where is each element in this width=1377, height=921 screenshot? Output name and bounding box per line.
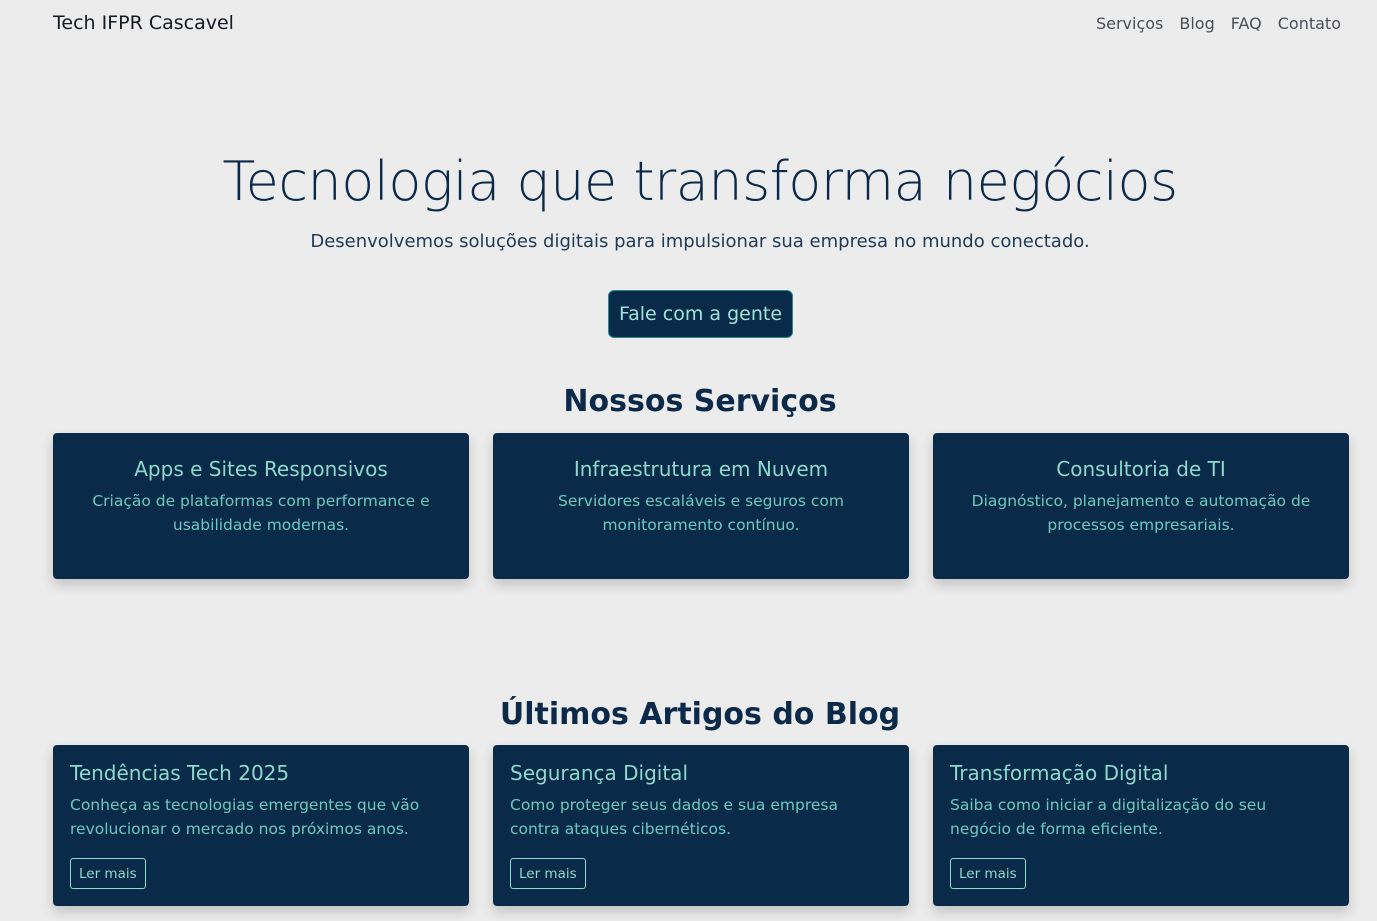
service-card-description: Diagnóstico, planejamento e automação de… xyxy=(971,492,1311,534)
contact-cta-button[interactable]: Fale com a gente xyxy=(608,290,793,338)
read-more-button[interactable]: Ler mais xyxy=(950,858,1026,889)
nav-links: Serviços Blog FAQ Contato xyxy=(1096,14,1341,33)
blog-card: Tendências Tech 2025 Conheça as tecnolog… xyxy=(53,745,469,906)
blog-card-excerpt: Como proteger seus dados e sua empresa c… xyxy=(510,796,838,838)
nav-link-faq[interactable]: FAQ xyxy=(1231,14,1262,33)
service-card-description: Servidores escaláveis e seguros com moni… xyxy=(558,492,844,534)
top-navbar: Tech IFPR Cascavel Serviços Blog FAQ Con… xyxy=(0,0,1377,50)
hero-subtitle: Desenvolvemos soluções digitais para imp… xyxy=(310,231,1090,252)
service-card-title: Consultoria de TI xyxy=(1056,457,1226,481)
service-card-title: Apps e Sites Responsivos xyxy=(134,457,388,481)
service-card: Apps e Sites Responsivos Criação de plat… xyxy=(53,433,469,579)
services-heading: Nossos Serviços xyxy=(563,384,837,419)
blog-card-title: Transformação Digital xyxy=(950,761,1169,785)
read-more-button[interactable]: Ler mais xyxy=(510,858,586,889)
service-card-description: Criação de plataformas com performance e… xyxy=(92,492,430,534)
blog-card: Segurança Digital Como proteger seus dad… xyxy=(493,745,909,906)
blog-card-title: Tendências Tech 2025 xyxy=(70,761,290,785)
blog-card: Transformação Digital Saiba como iniciar… xyxy=(933,745,1349,906)
blog-heading: Últimos Artigos do Blog xyxy=(499,697,901,732)
nav-link-blog[interactable]: Blog xyxy=(1179,14,1214,33)
service-card: Infraestrutura em Nuvem Servidores escal… xyxy=(493,433,909,579)
read-more-button[interactable]: Ler mais xyxy=(70,858,146,889)
nav-link-servicos[interactable]: Serviços xyxy=(1096,14,1163,33)
hero-title: Tecnologia que transforma negócios xyxy=(222,150,1178,213)
blog-card-excerpt: Conheça as tecnologias emergentes que vã… xyxy=(70,796,420,838)
service-card: Consultoria de TI Diagnóstico, planejame… xyxy=(933,433,1349,579)
brand-logo-link[interactable]: Tech IFPR Cascavel xyxy=(53,12,234,34)
service-card-title: Infraestrutura em Nuvem xyxy=(573,457,829,481)
blog-card-excerpt: Saiba como iniciar a digitalização do se… xyxy=(950,796,1267,838)
blog-card-title: Segurança Digital xyxy=(510,761,688,785)
nav-link-contato[interactable]: Contato xyxy=(1278,14,1341,33)
